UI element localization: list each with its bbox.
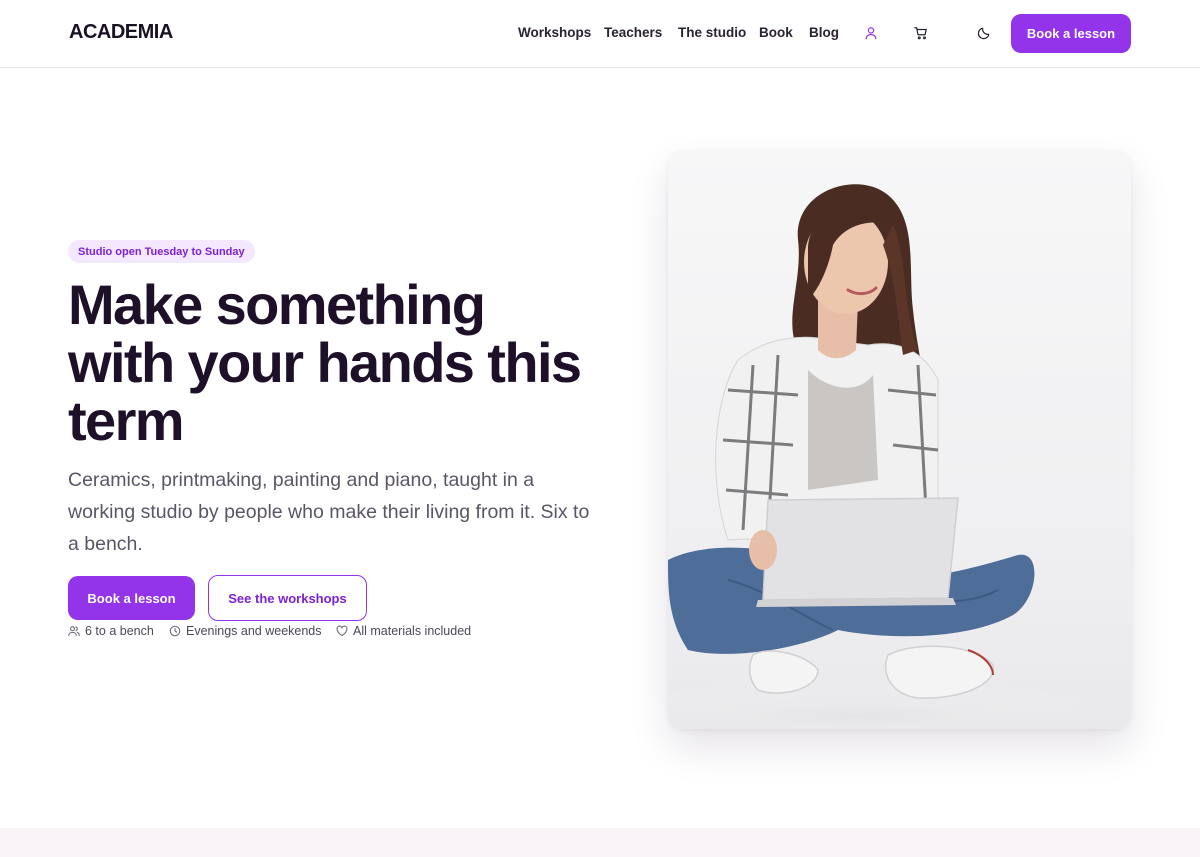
feature-label: 6 to a bench [85,624,154,638]
hero-subcopy-line: a bench. [68,533,143,555]
nav-item-blog[interactable]: Blog [809,25,839,40]
hero-headline-line: Make something [68,273,486,336]
hero-headline-line: term [68,389,185,452]
user-icon[interactable] [862,24,880,42]
book-lesson-header-button[interactable]: Book a lesson [1011,14,1131,53]
hero-headline: Make something with your hands this term [68,276,628,450]
heart-icon [336,625,348,637]
nav-item-workshops[interactable]: Workshops [518,25,591,40]
hero-headline-line: with your hands this [68,331,582,394]
moon-icon[interactable] [975,24,993,42]
hero-subcopy-line: Ceramics, printmaking, painting and pian… [68,469,535,491]
feature-item: All materials included [336,624,471,638]
hero-subcopy: Ceramics, printmaking, painting and pian… [68,464,628,560]
users-icon [68,626,80,637]
nav-item-teachers[interactable]: Teachers [604,25,662,40]
studio-hours-badge: Studio open Tuesday to Sunday [68,240,255,263]
clock-icon [169,625,181,637]
cart-icon[interactable] [912,24,930,42]
feature-label: All materials included [353,624,472,638]
next-section-band [0,828,1200,857]
site-logo[interactable]: ACADEMIA [69,21,173,44]
book-lesson-button[interactable]: Book a lesson [68,576,195,620]
student-with-laptop-illustration [668,184,1088,725]
feature-item: 6 to a bench [68,624,154,638]
nav-item-the-studio[interactable]: The studio [678,25,746,40]
feature-label: Evenings and weekends [186,624,322,638]
nav-item-book[interactable]: Book [759,25,793,40]
see-workshops-button[interactable]: See the workshops [208,575,367,621]
hero-photo [668,150,1131,729]
site-header: ACADEMIA Workshops Teachers The studio B… [0,0,1200,68]
feature-item: Evenings and weekends [169,624,322,638]
hero-subcopy-line: working studio by people who make their … [68,501,590,523]
